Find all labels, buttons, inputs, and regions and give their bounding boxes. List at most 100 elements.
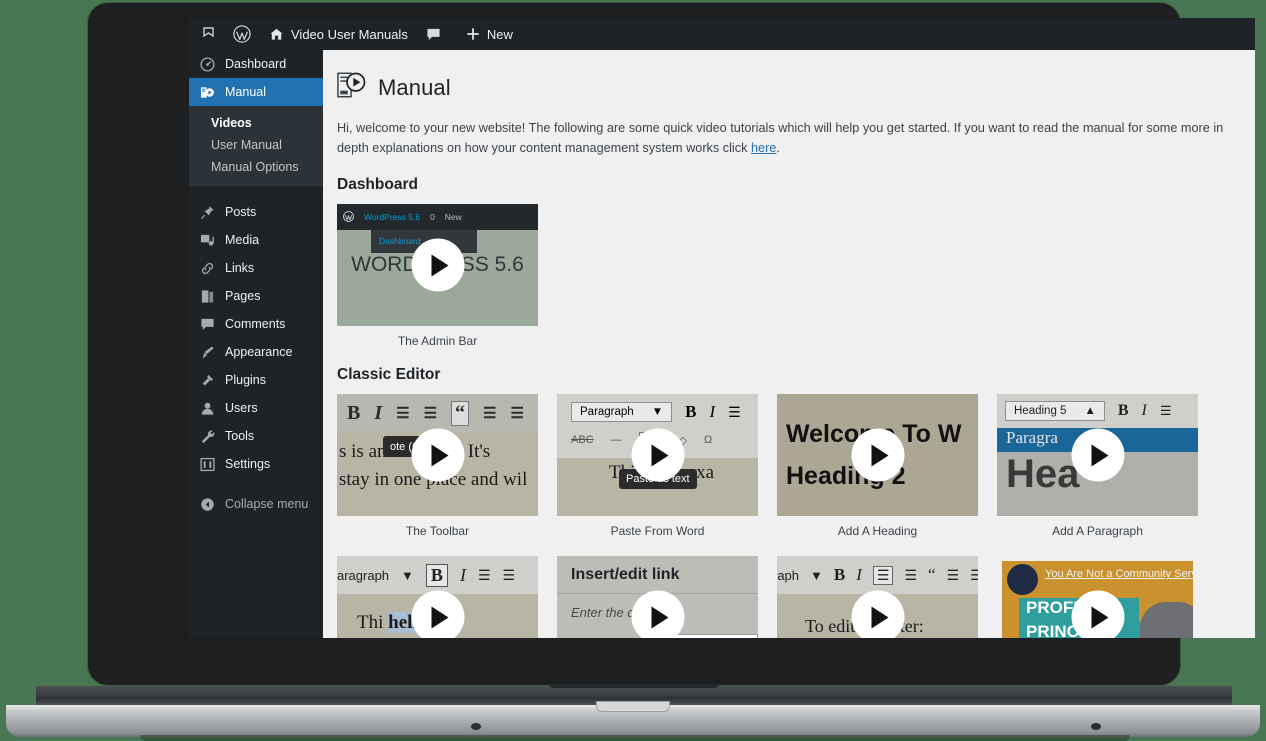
sidebar-item-appearance[interactable]: Appearance [189,338,323,366]
video-card[interactable]: Welcome To W Heading 2 Add A Heading [777,394,978,538]
admin-sidebar: Dashboard Manual Videos User Manual Manu… [189,50,323,638]
sidebar-item-links[interactable]: Links [189,254,323,282]
thumb-art-adminbar: WordPress 5.6 0 New [337,204,538,231]
thumb-art-toolbar: B I ☰ ☰ “ ☰ ☰ [337,394,538,433]
sidebar-collapse-menu[interactable]: Collapse menu [189,490,323,518]
intro-here-link[interactable]: here [751,141,776,155]
thumb-art-line: Hea [1006,452,1080,497]
play-button-icon[interactable] [1071,590,1124,638]
comment-bubble-icon [426,27,441,42]
video-thumbnail[interactable]: Welcome To W Heading 2 [777,394,978,517]
plus-icon [466,27,480,41]
sidebar-item-label: Comments [225,317,286,331]
thumb-art-title: Insert/edit link [571,566,680,584]
sidebar-item-tools[interactable]: Tools [189,422,323,450]
sidebar-divider [189,186,323,198]
play-button-icon[interactable] [411,238,464,292]
manual-play-icon [337,70,367,105]
pages-icon [199,289,216,304]
video-card[interactable]: To edit etter: raph ▼ B I ☰ [777,556,978,638]
laptop-base-foot-left [471,723,481,730]
adminbar-new-button[interactable]: New [457,18,522,50]
laptop-base [6,705,1260,737]
play-button-icon[interactable] [631,590,684,638]
sidebar-item-plugins[interactable]: Plugins [189,366,323,394]
sidebar-item-label: Posts [225,205,257,219]
blockquote-icon: “ [928,565,936,585]
adminbar-flag-icon[interactable] [193,18,224,50]
video-thumbnail[interactable]: To edit etter: raph ▼ B I ☰ [777,556,978,638]
video-thumbnail[interactable]: Thi hello pa aragraph ▼ B I ☰ [337,556,538,638]
video-thumbnail[interactable]: This is an exa Paragraph ▼ B [557,394,758,517]
intro-text-part1: Hi, welcome to your new website! The fol… [337,121,1224,155]
sidebar-item-manual[interactable]: Manual [189,78,323,106]
link-icon [199,261,216,276]
sidebar-item-label: Manual [225,85,266,99]
video-card[interactable]: s is an exa page. It's stay in one place… [337,394,538,538]
play-button-icon[interactable] [411,428,464,482]
video-card[interactable]: WORDPRESS 5.6 WordPress 5.6 0 New [337,204,538,348]
sidebar-item-label: Links [225,261,255,275]
sidebar-subitem-videos[interactable]: Videos [189,112,323,134]
sidebar-item-settings[interactable]: Settings [189,450,323,478]
sidebar-item-label: Users [225,401,258,415]
bullet-list-icon: ☰ [872,565,894,585]
sidebar-subitem-manual-options[interactable]: Manual Options [189,156,323,178]
sidebar-item-users[interactable]: Users [189,394,323,422]
align-center-icon: ☰ [970,566,978,583]
video-thumbnail[interactable]: s is an exa page. It's stay in one place… [337,394,538,517]
video-thumbnail[interactable]: Insert/edit link Enter the de n URL URL … [557,556,758,638]
thumb-art-dropdown-label: raph [777,567,800,583]
comment-icon [199,317,216,332]
sidebar-item-comments[interactable]: Comments [189,310,323,338]
blockquote-icon: “ [451,400,470,426]
appearance-brush-icon [199,345,216,360]
horizontal-rule-icon: — [610,434,622,447]
sidebar-item-label: Settings [225,457,271,471]
video-thumbnail[interactable]: Hea Paragra Heading 5 ▲ B I ☰ [997,394,1198,517]
laptop-screen-bezel: Video User Manuals New Dashboard Manual … [88,3,1255,685]
sidebar-subitem-user-manual[interactable]: User Manual [189,134,323,156]
laptop-base-foot-right [1091,723,1101,730]
play-button-icon[interactable] [411,590,464,638]
sidebar-item-label: Appearance [225,345,293,359]
thumb-art-dropdown-label: Heading 5 [1014,405,1067,418]
thumb-wp-logo-icon [343,210,354,224]
sidebar-item-dashboard[interactable]: Dashboard [189,50,323,78]
intro-text-part2: . [776,140,780,155]
video-card[interactable]: This is an exa Paragraph ▼ B [557,394,758,538]
plugins-icon [199,373,216,388]
sidebar-submenu-manual: Videos User Manual Manual Options [189,106,323,186]
video-thumbnail[interactable]: You Are Not a Community Servi PROFI PRIN… [997,556,1198,638]
play-button-icon[interactable] [631,428,684,482]
thumb-art-format-select: Heading 5 ▲ [1005,401,1105,422]
thumb-art-toolbar: raph ▼ B I ☰ ☰ “ ☰ ☰ [777,556,978,595]
video-grid-classic-editor: s is an exa page. It's stay in one place… [337,394,1239,638]
sidebar-item-posts[interactable]: Posts [189,198,323,226]
adminbar-wp-logo-icon[interactable] [224,18,260,50]
sidebar-item-label: Media [225,233,260,247]
video-card[interactable]: Hea Paragra Heading 5 ▲ B I ☰ Add A Para… [997,394,1198,538]
video-thumbnail[interactable]: WORDPRESS 5.6 WordPress 5.6 0 New [337,204,538,327]
play-button-icon[interactable] [851,428,904,482]
thumb-art-comments-count: 0 [430,212,435,223]
adminbar-site-name[interactable]: Video User Manuals [260,18,417,50]
align-center-icon: ☰ [510,405,524,422]
thumb-art-text-pre: Thi [357,612,384,634]
play-button-icon[interactable] [1071,428,1124,482]
align-left-icon: ☰ [946,566,960,583]
video-card[interactable]: You Are Not a Community Servi PROFI PRIN… [997,556,1198,638]
intro-paragraph: Hi, welcome to your new website! The fol… [337,119,1239,158]
thumb-art-new-label: New [444,212,462,223]
chevron-up-icon: ▲ [1084,405,1096,418]
adminbar-comments[interactable] [417,18,457,50]
video-card[interactable]: Insert/edit link Enter the de n URL URL … [557,556,758,638]
chevron-down-icon: ▼ [651,406,664,419]
bold-icon: B [425,563,448,587]
screenshot-stage: Video User Manuals New Dashboard Manual … [0,0,1266,741]
sidebar-item-media[interactable]: Media [189,226,323,254]
play-button-icon[interactable] [851,590,904,638]
italic-icon: I [374,401,383,424]
sidebar-item-pages[interactable]: Pages [189,282,323,310]
video-card[interactable]: Thi hello pa aragraph ▼ B I ☰ [337,556,538,638]
